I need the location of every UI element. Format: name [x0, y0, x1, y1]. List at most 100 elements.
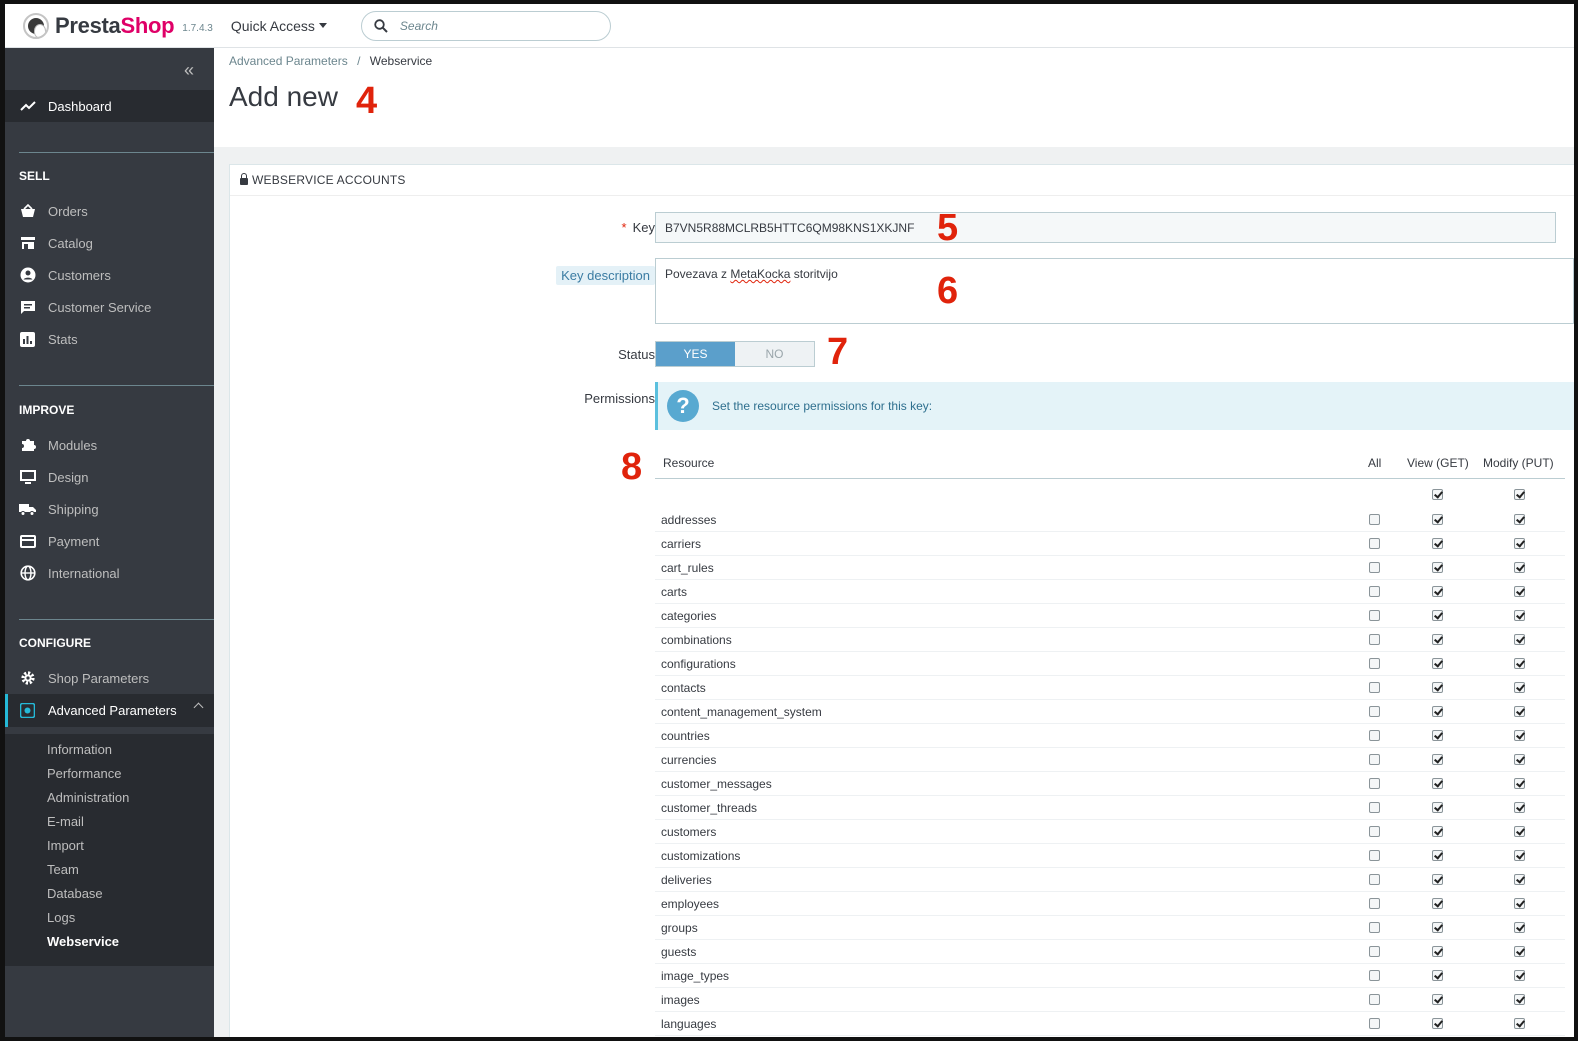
all-checkbox[interactable] — [1369, 874, 1380, 885]
view-checkbox[interactable] — [1432, 946, 1443, 957]
submenu-item-email[interactable]: E-mail — [47, 814, 84, 829]
view-checkbox[interactable] — [1432, 634, 1443, 645]
modify-checkbox[interactable] — [1514, 586, 1525, 597]
quick-access-dropdown[interactable]: Quick Access — [231, 18, 327, 34]
search-box[interactable] — [360, 10, 611, 41]
sidebar-item-orders[interactable]: Orders — [5, 195, 214, 227]
key-description-field[interactable]: Povezava z MetaKocka storitvijo — [655, 258, 1574, 324]
status-yes-option[interactable]: YES — [656, 342, 735, 366]
view-checkbox[interactable] — [1432, 802, 1443, 813]
modify-checkbox[interactable] — [1514, 538, 1525, 549]
view-checkbox[interactable] — [1432, 970, 1443, 981]
all-checkbox[interactable] — [1369, 850, 1380, 861]
sidebar-item-shipping[interactable]: Shipping — [5, 493, 214, 525]
all-checkbox[interactable] — [1369, 610, 1380, 621]
submenu-item-import[interactable]: Import — [47, 838, 84, 853]
modify-checkbox[interactable] — [1514, 778, 1525, 789]
view-checkbox[interactable] — [1432, 730, 1443, 741]
modify-checkbox[interactable] — [1514, 610, 1525, 621]
all-checkbox[interactable] — [1369, 706, 1380, 717]
modify-checkbox[interactable] — [1514, 826, 1525, 837]
select-all-modify-checkbox[interactable] — [1514, 489, 1525, 500]
all-checkbox[interactable] — [1369, 562, 1380, 573]
view-checkbox[interactable] — [1432, 514, 1443, 525]
sidebar-item-payment[interactable]: Payment — [5, 525, 214, 557]
prestashop-logo[interactable]: PrestaShop 1.7.4.3 — [23, 12, 213, 39]
sidebar-item-modules[interactable]: Modules — [5, 429, 214, 461]
all-checkbox[interactable] — [1369, 658, 1380, 669]
all-checkbox[interactable] — [1369, 634, 1380, 645]
all-checkbox[interactable] — [1369, 730, 1380, 741]
all-checkbox[interactable] — [1369, 922, 1380, 933]
status-no-option[interactable]: NO — [735, 342, 814, 366]
sidebar-item-stats[interactable]: Stats — [5, 323, 214, 355]
sidebar-item-customer-service[interactable]: Customer Service — [5, 291, 214, 323]
submenu-item-database[interactable]: Database — [47, 886, 103, 901]
sidebar-item-customers[interactable]: Customers — [5, 259, 214, 291]
modify-checkbox[interactable] — [1514, 970, 1525, 981]
modify-checkbox[interactable] — [1514, 802, 1525, 813]
modify-checkbox[interactable] — [1514, 658, 1525, 669]
all-checkbox[interactable] — [1369, 754, 1380, 765]
collapse-sidebar-icon[interactable]: « — [184, 60, 194, 81]
sidebar-item-catalog[interactable]: Catalog — [5, 227, 214, 259]
all-checkbox[interactable] — [1369, 538, 1380, 549]
chevron-up-icon[interactable] — [193, 702, 204, 713]
modify-checkbox[interactable] — [1514, 1018, 1525, 1029]
view-checkbox[interactable] — [1432, 994, 1443, 1005]
all-checkbox[interactable] — [1369, 826, 1380, 837]
all-checkbox[interactable] — [1369, 514, 1380, 525]
submenu-item-performance[interactable]: Performance — [47, 766, 121, 781]
submenu-item-information[interactable]: Information — [47, 742, 112, 757]
sidebar-item-international[interactable]: International — [5, 557, 214, 589]
modify-checkbox[interactable] — [1514, 706, 1525, 717]
view-checkbox[interactable] — [1432, 850, 1443, 861]
sidebar-item-advanced-parameters[interactable]: Advanced Parameters — [5, 694, 214, 727]
modify-checkbox[interactable] — [1514, 994, 1525, 1005]
view-checkbox[interactable] — [1432, 1018, 1443, 1029]
search-input[interactable] — [399, 18, 590, 33]
view-checkbox[interactable] — [1432, 874, 1443, 885]
view-checkbox[interactable] — [1432, 898, 1443, 909]
modify-checkbox[interactable] — [1514, 682, 1525, 693]
view-checkbox[interactable] — [1432, 562, 1443, 573]
view-checkbox[interactable] — [1432, 658, 1443, 669]
view-checkbox[interactable] — [1432, 826, 1443, 837]
modify-checkbox[interactable] — [1514, 634, 1525, 645]
all-checkbox[interactable] — [1369, 1018, 1380, 1029]
status-toggle[interactable]: YES NO — [655, 341, 815, 367]
submenu-item-administration[interactable]: Administration — [47, 790, 129, 805]
all-checkbox[interactable] — [1369, 946, 1380, 957]
submenu-item-team[interactable]: Team — [47, 862, 79, 877]
submenu-item-logs[interactable]: Logs — [47, 910, 75, 925]
all-checkbox[interactable] — [1369, 898, 1380, 909]
modify-checkbox[interactable] — [1514, 898, 1525, 909]
select-all-view-checkbox[interactable] — [1432, 489, 1443, 500]
modify-checkbox[interactable] — [1514, 754, 1525, 765]
sidebar-item-shop-parameters[interactable]: Shop Parameters — [5, 662, 214, 694]
modify-checkbox[interactable] — [1514, 922, 1525, 933]
modify-checkbox[interactable] — [1514, 730, 1525, 741]
submenu-item-webservice[interactable]: Webservice — [47, 934, 119, 949]
modify-checkbox[interactable] — [1514, 850, 1525, 861]
view-checkbox[interactable] — [1432, 754, 1443, 765]
all-checkbox[interactable] — [1369, 970, 1380, 981]
view-checkbox[interactable] — [1432, 682, 1443, 693]
all-checkbox[interactable] — [1369, 682, 1380, 693]
modify-checkbox[interactable] — [1514, 562, 1525, 573]
search-icon[interactable] — [374, 18, 388, 33]
view-checkbox[interactable] — [1432, 706, 1443, 717]
view-checkbox[interactable] — [1432, 922, 1443, 933]
modify-checkbox[interactable] — [1514, 874, 1525, 885]
all-checkbox[interactable] — [1369, 778, 1380, 789]
sidebar-item-dashboard[interactable]: Dashboard — [5, 90, 214, 122]
view-checkbox[interactable] — [1432, 778, 1443, 789]
all-checkbox[interactable] — [1369, 802, 1380, 813]
view-checkbox[interactable] — [1432, 610, 1443, 621]
modify-checkbox[interactable] — [1514, 514, 1525, 525]
view-checkbox[interactable] — [1432, 538, 1443, 549]
view-checkbox[interactable] — [1432, 586, 1443, 597]
key-field[interactable]: B7VN5R88MCLRB5HTTC6QM98KNS1XKJNF — [655, 212, 1556, 243]
modify-checkbox[interactable] — [1514, 946, 1525, 957]
breadcrumb-parent-link[interactable]: Advanced Parameters — [229, 54, 348, 68]
